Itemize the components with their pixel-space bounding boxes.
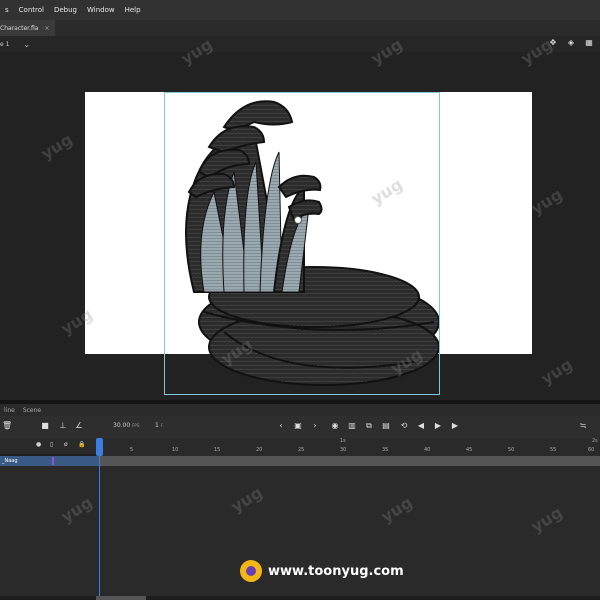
frame-value: 1: [155, 422, 159, 429]
selection-bounding-box: [164, 92, 440, 395]
show-all-icon[interactable]: ●: [36, 441, 41, 448]
playhead-handle[interactable]: [96, 438, 103, 456]
next-frame-icon[interactable]: ›: [310, 421, 320, 431]
ruler-tick: 15: [214, 447, 221, 453]
layer-frames[interactable]: [98, 456, 600, 466]
watermark-text: yug: [37, 129, 76, 164]
menu-item-control[interactable]: Control: [14, 6, 49, 14]
ruler-tick: 25: [298, 447, 305, 453]
watermark-text: yug: [537, 354, 576, 389]
layer-header: ● ▯ ø 🔒: [0, 438, 98, 454]
frame-unit: F: [160, 423, 164, 428]
ruler-tick: 35: [382, 447, 389, 453]
scene-label: e 1: [0, 40, 10, 48]
scene-bar: e 1 ⌄: [0, 36, 600, 52]
grid-icon[interactable]: ▦: [584, 38, 594, 48]
timeline-ruler[interactable]: 1s 2s 5 10 15 20 25 30 35 40 45 50 55 60: [98, 438, 600, 456]
camera-icon[interactable]: ■: [40, 421, 50, 431]
ruler-tick: 55: [550, 447, 557, 453]
fps-value: 30.00: [113, 422, 131, 429]
edit-multiple-frames-icon[interactable]: ▥: [347, 421, 357, 431]
toonyug-logo-icon: [240, 560, 262, 582]
playhead-line: [99, 456, 100, 596]
insert-keyframe-icon[interactable]: ▣: [293, 421, 303, 431]
registration-point[interactable]: [294, 216, 302, 224]
prev-frame-icon[interactable]: ‹: [276, 421, 286, 431]
ruler-tick: 45: [466, 447, 473, 453]
stage-area[interactable]: yug yug yug yug yug yug yug yug yug yug: [0, 35, 600, 400]
menu-item-window[interactable]: Window: [82, 6, 120, 14]
ruler-second-label: 2s: [592, 438, 598, 444]
ruler-tick: 50: [508, 447, 515, 453]
watermark-text: yug: [527, 184, 566, 219]
ruler-tick: 40: [424, 447, 431, 453]
onion-skin-icon[interactable]: ◉: [330, 421, 340, 431]
ruler-second-label: 1s: [340, 438, 346, 444]
ruler-tick: 60: [588, 447, 595, 453]
paint-bucket-icon[interactable]: ◈: [566, 38, 576, 48]
stage-toolbar: ✥ ◈ ▦: [548, 38, 594, 48]
layer-color-marker: [52, 457, 54, 465]
step-forward-icon[interactable]: ▶: [450, 421, 460, 431]
frame-readout[interactable]: 1 F: [155, 422, 163, 429]
play-icon[interactable]: ▶: [433, 421, 443, 431]
lock-icon[interactable]: 🔒: [78, 441, 85, 448]
menu-item-debug[interactable]: Debug: [49, 6, 82, 14]
close-icon[interactable]: ×: [44, 25, 49, 32]
outline-icon[interactable]: ▯: [50, 441, 53, 448]
menu-bar: s Control Debug Window Help: [0, 0, 600, 20]
timeline-options-icon[interactable]: ≒: [578, 421, 588, 431]
graph-icon[interactable]: ∠: [74, 421, 84, 431]
step-back-icon[interactable]: ◀: [416, 421, 426, 431]
trash-icon[interactable]: 🗑: [2, 421, 12, 431]
timeline-scrollbar[interactable]: [96, 596, 146, 600]
ruler-tick: 30: [340, 447, 347, 453]
tab-timeline[interactable]: line: [0, 407, 19, 414]
layer-parent-icon[interactable]: ⊥: [58, 421, 68, 431]
ruler-tick: 5: [130, 447, 134, 453]
chevron-down-icon[interactable]: ⌄: [23, 40, 30, 49]
layer-name[interactable]: _Naag: [2, 458, 18, 464]
layer-row[interactable]: _Naag: [0, 456, 98, 466]
eye-icon[interactable]: ø: [64, 441, 68, 448]
document-tab-label: Character.fla: [0, 24, 39, 32]
ruler-tick: 10: [172, 447, 179, 453]
document-tab-bar: Character.fla ×: [0, 20, 600, 37]
menu-item-s[interactable]: s: [0, 6, 14, 14]
swap-icon[interactable]: ⧉: [364, 421, 374, 431]
panel-tabs: line Scene: [0, 404, 600, 416]
menu-item-help[interactable]: Help: [120, 6, 146, 14]
ruler-tick: 20: [256, 447, 263, 453]
document-tab[interactable]: Character.fla ×: [0, 20, 56, 36]
loop-icon[interactable]: ⟲: [399, 421, 409, 431]
fps-readout[interactable]: 30.00 FPS: [113, 422, 139, 429]
tab-scene[interactable]: Scene: [19, 407, 45, 414]
brand-url: www.toonyug.com: [268, 563, 404, 579]
brand-footer: www.toonyug.com: [240, 560, 404, 582]
fps-unit: FPS: [132, 423, 140, 428]
center-frame-icon[interactable]: ▤: [381, 421, 391, 431]
